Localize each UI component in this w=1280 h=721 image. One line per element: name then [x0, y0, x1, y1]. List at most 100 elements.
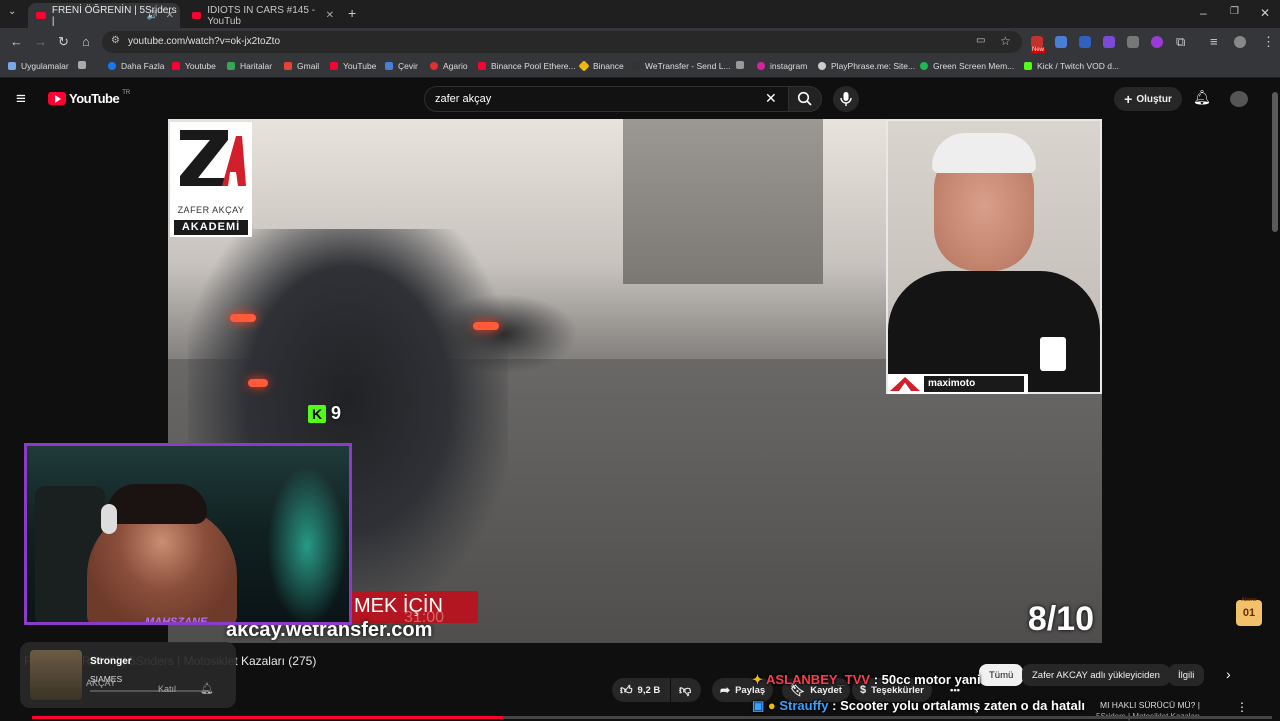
bookmark-cevir[interactable]: Çevir	[385, 61, 418, 71]
grid-icon	[78, 61, 86, 69]
chip-all[interactable]: Tümü	[979, 664, 1024, 686]
close-tab-icon[interactable]: ✕	[326, 10, 334, 21]
recommendation-title[interactable]: MI HAKLI SÜRÜCÜ MÜ? |	[1100, 700, 1200, 710]
bookmark-label: PlayPhrase.me: Site...	[831, 61, 916, 71]
notification-bell-icon[interactable]: 🔔︎	[200, 682, 214, 695]
document-icon	[736, 61, 744, 69]
bookmark-green-screen[interactable]: Green Screen Mem...	[920, 61, 1014, 71]
search-button[interactable]	[788, 86, 822, 112]
tab-idiots-in-cars[interactable]: IDIOTS IN CARS #145 - YouTub ✕	[184, 3, 340, 28]
extension-s-icon[interactable]	[1151, 36, 1163, 48]
create-button[interactable]: + Oluştur	[1114, 87, 1182, 111]
instagram-icon	[757, 62, 765, 70]
notifications-bell-icon[interactable]: 🔔︎	[1193, 89, 1211, 106]
reload-icon[interactable]: ↻	[58, 34, 69, 50]
install-app-icon[interactable]: ▭	[976, 35, 985, 46]
bookmark-instagram[interactable]: instagram	[757, 61, 807, 71]
chip-next-chevron-icon[interactable]: ›	[1226, 666, 1231, 682]
back-icon[interactable]: ←	[10, 34, 23, 49]
sponsor-name: maximoto	[924, 376, 1024, 392]
bookmark-label: Green Screen Mem...	[933, 61, 1015, 71]
tab-search-icon[interactable]: ⌄	[8, 6, 16, 17]
address-bar[interactable]: ⚙ youtube.com/watch?v=ok-jx2toZto ▭ ☆	[102, 31, 1022, 53]
chip-from-uploader[interactable]: Zafer AKCAY adlı yükleyiciden	[1022, 664, 1170, 686]
song-title: Stronger	[90, 656, 132, 667]
rating-score: 8/10	[1027, 600, 1094, 638]
bookmark-label: YouTube	[343, 61, 377, 71]
voice-search-button[interactable]	[833, 86, 859, 112]
bookmark-youtube[interactable]: Youtube	[172, 61, 216, 71]
music-miniplayer[interactable]: Stronger SIAMES	[20, 642, 236, 708]
bookmark-star-icon[interactable]: ☆	[1000, 34, 1011, 48]
recommendation-menu-icon[interactable]: ⋮	[1236, 700, 1248, 714]
extensions-puzzle-icon[interactable]: ⧉	[1176, 34, 1185, 50]
bookmark-label: Gmail	[297, 61, 320, 71]
bookmark-gmail[interactable]: Gmail	[284, 61, 319, 71]
tail-light	[248, 379, 268, 387]
browser-toolbar: ← → ↻ ⌂ ⚙ youtube.com/watch?v=ok-jx2toZt…	[0, 28, 1280, 56]
youtube-icon	[330, 62, 338, 70]
speaker-icon[interactable]: 🔊	[147, 10, 158, 21]
microphone-icon	[840, 92, 852, 106]
translate-extension-icon[interactable]	[1055, 36, 1067, 48]
video-progress-bar[interactable]	[32, 716, 1272, 719]
close-tab-icon[interactable]: ✕	[166, 10, 174, 21]
blurred-building	[623, 119, 823, 284]
presenter-webcam: maximoto	[886, 119, 1102, 394]
bookmark-haritalar[interactable]: Haritalar	[227, 61, 272, 71]
forward-icon[interactable]: →	[34, 34, 47, 49]
join-button[interactable]: Katıl	[158, 684, 176, 694]
site-info-icon[interactable]: ⚙	[111, 35, 120, 46]
chat-username: Strauffy	[779, 698, 829, 713]
like-button[interactable]: 👍︎ 9,2 B	[612, 678, 670, 702]
bookmark-folder[interactable]	[736, 61, 749, 69]
browser-menu-icon[interactable]: ⋮	[1262, 34, 1275, 50]
extension-blue-icon[interactable]	[1079, 36, 1091, 48]
subscribe-badge[interactable]: Abone 01	[1236, 597, 1262, 626]
url-text: youtube.com/watch?v=ok-jx2toZto	[128, 36, 281, 47]
chat-text: : Scooter yolu ortalamış zaten o da hata…	[832, 698, 1085, 713]
bookmark-grid[interactable]	[78, 61, 91, 69]
extension-new-badge: New	[1031, 47, 1046, 53]
tab-freni-ogrenin[interactable]: FRENİ ÖĞRENİN | 5Sriders | 🔊 ✕	[28, 3, 180, 28]
clear-search-icon[interactable]: ✕	[765, 90, 777, 107]
bookmark-apps[interactable]: Uygulamalar	[8, 61, 69, 71]
bookmark-kick-twitch[interactable]: Kick / Twitch VOD d...	[1024, 61, 1119, 71]
minimize-icon[interactable]: –	[1200, 6, 1207, 20]
dislike-button[interactable]: 👎︎	[671, 678, 701, 702]
home-icon[interactable]: ⌂	[82, 34, 90, 49]
bookmark-label: Haritalar	[240, 61, 273, 71]
extension-grey-icon[interactable]	[1127, 36, 1139, 48]
chat-badge-icon: ✦	[752, 672, 767, 687]
restore-icon[interactable]: ❐	[1230, 6, 1239, 17]
close-window-icon[interactable]: ✕	[1260, 6, 1270, 20]
extension-purple-icon[interactable]	[1103, 36, 1115, 48]
bookmark-binance-pool[interactable]: Binance Pool Ethere...	[478, 61, 576, 71]
song-progress-bar[interactable]	[90, 690, 210, 692]
tail-light	[230, 314, 256, 322]
page-scrollbar[interactable]	[1272, 92, 1278, 232]
gmail-icon	[284, 62, 292, 70]
agario-icon	[430, 62, 438, 70]
profile-avatar[interactable]	[1234, 36, 1246, 48]
bookmark-youtube-2[interactable]: YouTube	[330, 61, 376, 71]
bookmark-wetransfer[interactable]: WeTransfer - Send L...	[632, 61, 731, 71]
account-avatar[interactable]	[1230, 91, 1248, 107]
new-tab-icon[interactable]: +	[348, 5, 356, 21]
channel-name[interactable]: AKÇAY	[86, 678, 116, 688]
sponsor-badge: maximoto	[888, 374, 1028, 394]
youtube-logo[interactable]: YouTube TR	[48, 90, 130, 106]
media-control-icon[interactable]: ≡	[1210, 34, 1218, 49]
search-input[interactable]: zafer akçay ✕	[424, 86, 790, 112]
bookmark-agario[interactable]: Agario	[430, 61, 468, 71]
like-count: 9,2 B	[637, 684, 661, 696]
bookmark-daha-fazla[interactable]: Daha Fazla	[108, 61, 164, 71]
chip-related[interactable]: İlgili	[1168, 664, 1205, 686]
blurred-car	[428, 294, 578, 374]
sponsor-logo-mark	[890, 377, 920, 391]
bookmark-binance[interactable]: Binance	[578, 60, 624, 72]
share-icon: ➦	[720, 683, 731, 697]
menu-hamburger-icon[interactable]: ≡	[16, 89, 26, 109]
chat-text: : 50cc motor yani	[873, 672, 981, 687]
bookmark-playphrase[interactable]: PlayPhrase.me: Site...	[818, 61, 915, 71]
